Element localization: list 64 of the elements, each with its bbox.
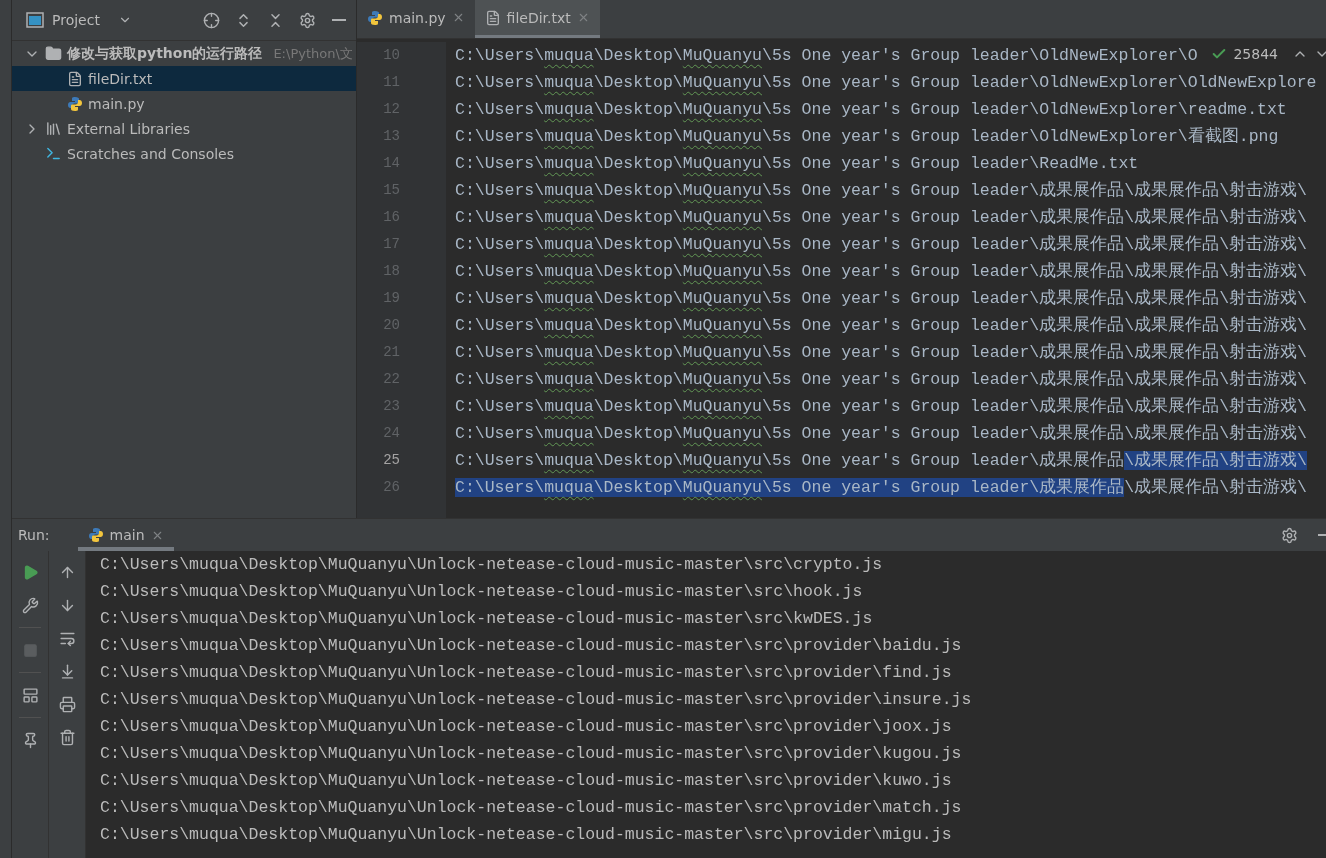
tree-item[interactable]: main.py — [12, 91, 356, 116]
tree-item-label: Scratches and Consoles — [67, 145, 234, 162]
tree-item-label: 修改与获取python的运行路径 — [67, 44, 263, 63]
code-line: C:\Users\muqua\Desktop\MuQuanyu\5s One year's Group leader\成果展作品\成果展作品\射击游戏\ — [455, 477, 1307, 499]
code-line: C:\Users\muqua\Desktop\MuQuanyu\5s One year's Group leader\成果展作品\成果展作品\射击游戏\ — [455, 180, 1307, 202]
minus-icon — [332, 19, 346, 21]
text-file-icon — [67, 70, 83, 87]
output-line: C:\Users\muqua\Desktop\MuQuanyu\Unlock-netease-cloud-music-master\src\provider\find.js — [100, 662, 953, 684]
editor-tab[interactable]: fileDir.txt — [474, 0, 600, 38]
code-line: C:\Users\muqua\Desktop\MuQuanyu\5s One year's Group leader\OldNewExplorer\看截图.png — [455, 126, 1279, 148]
library-icon — [45, 120, 62, 137]
project-view-selector[interactable]: Project — [26, 12, 132, 28]
folder-path: E:\Python\文 — [273, 44, 353, 63]
crosshair-icon — [202, 11, 220, 29]
code-line: C:\Users\muqua\Desktop\MuQuanyu\5s One year's Group leader\OldNewExplorer\O — [455, 45, 1198, 67]
python-icon — [87, 527, 104, 543]
stop-icon — [22, 642, 38, 658]
output-line: C:\Users\muqua\Desktop\MuQuanyu\Unlock-netease-cloud-music-master\src\provider\match.js — [100, 797, 963, 819]
code-line: C:\Users\muqua\Desktop\MuQuanyu\5s One year's Group leader\成果展作品\成果展作品\射击游戏\ — [455, 423, 1307, 445]
code-line: C:\Users\muqua\Desktop\MuQuanyu\5s One year's Group leader\成果展作品\成果展作品\射击游戏\ — [455, 315, 1307, 337]
code-line: C:\Users\muqua\Desktop\MuQuanyu\5s One year's Group leader\成果展作品\成果展作品\射击游戏\ — [455, 396, 1307, 418]
trash-icon — [58, 728, 76, 746]
python-file-icon — [67, 95, 83, 112]
code-line: C:\Users\muqua\Desktop\MuQuanyu\5s One year's Group leader\成果展作品\成果展作品\射击游戏\ — [455, 288, 1307, 310]
window-icon — [26, 12, 44, 28]
code-line: C:\Users\muqua\Desktop\MuQuanyu\5s One year's Group leader\成果展作品\成果展作品\射击游戏\ — [455, 450, 1307, 472]
code-line: C:\Users\muqua\Desktop\MuQuanyu\5s One year's Group leader\OldNewExplorer\OldNewExplore — [455, 72, 1317, 94]
code-line: C:\Users\muqua\Desktop\MuQuanyu\5s One year's Group leader\成果展作品\成果展作品\射击游戏\ — [455, 369, 1307, 391]
output-line: C:\Users\muqua\Desktop\MuQuanyu\Unlock-netease-cloud-music-master\src\provider\kugou.js — [100, 743, 963, 765]
python-file-icon — [367, 9, 383, 26]
tree-item[interactable]: External Libraries — [12, 116, 356, 141]
code-line: C:\Users\muqua\Desktop\MuQuanyu\5s One year's Group leader\ReadMe.txt — [455, 153, 1139, 175]
code-line: C:\Users\muqua\Desktop\MuQuanyu\5s One year's Group leader\成果展作品\成果展作品\射击游戏\ — [455, 261, 1307, 283]
run-label: Run: — [18, 527, 50, 543]
settings-icon — [1280, 526, 1298, 544]
output-line: C:\Users\muqua\Desktop\MuQuanyu\Unlock-netease-cloud-music-master\src\hook.js — [100, 581, 864, 603]
output-line: C:\Users\muqua\Desktop\MuQuanyu\Unlock-netease-cloud-music-master\src\provider\baidu.js — [100, 635, 963, 657]
tree-item-label: External Libraries — [67, 120, 190, 137]
tree-item[interactable]: 修改与获取python的运行路径 E:\Python\文 — [12, 41, 356, 66]
output-line: C:\Users\muqua\Desktop\MuQuanyu\Unlock-netease-cloud-music-master\src\provider\migu.js — [100, 824, 953, 846]
settings-icon — [298, 11, 316, 29]
editor-tab[interactable]: main.py — [357, 0, 475, 38]
code-line: C:\Users\muqua\Desktop\MuQuanyu\5s One year's Group leader\OldNewExplorer\readme.txt — [455, 99, 1287, 121]
output-line: C:\Users\muqua\Desktop\MuQuanyu\Unlock-netease-cloud-music-master\src\provider\insure.js — [100, 689, 973, 711]
run-tab[interactable]: main — [77, 519, 174, 551]
code-line: C:\Users\muqua\Desktop\MuQuanyu\5s One year's Group leader\成果展作品\成果展作品\射击游戏\ — [455, 207, 1307, 229]
code-line: C:\Users\muqua\Desktop\MuQuanyu\5s One year's Group leader\成果展作品\成果展作品\射击游戏\ — [455, 234, 1307, 256]
text-file-icon — [484, 9, 501, 26]
output-line: C:\Users\muqua\Desktop\MuQuanyu\Unlock-netease-cloud-music-master\src\provider\joox.js — [100, 716, 953, 738]
printer-icon — [58, 695, 76, 713]
folder-icon — [45, 45, 62, 62]
line-number: 25 — [382, 451, 401, 470]
tree-item[interactable]: Scratches and Consoles — [12, 141, 356, 166]
output-line: C:\Users\muqua\Desktop\MuQuanyu\Unlock-netease-cloud-music-master\src\kwDES.js — [100, 608, 874, 630]
layout-icon — [21, 686, 39, 704]
inspection-count: 25844 — [1233, 46, 1278, 62]
wrench-icon — [21, 596, 39, 614]
output-line: C:\Users\muqua\Desktop\MuQuanyu\Unlock-netease-cloud-music-master\src\crypto.js — [100, 554, 884, 576]
tree-item-label: main.py — [88, 95, 145, 112]
output-line: C:\Users\muqua\Desktop\MuQuanyu\Unlock-netease-cloud-music-master\src\provider\kuwo.js — [100, 770, 953, 792]
code-line: C:\Users\muqua\Desktop\MuQuanyu\5s One year's Group leader\成果展作品\成果展作品\射击游戏\ — [455, 342, 1307, 364]
tree-item-label: fileDir.txt — [88, 70, 153, 87]
tree-item[interactable]: fileDir.txt — [12, 66, 356, 91]
console-icon — [45, 145, 62, 162]
